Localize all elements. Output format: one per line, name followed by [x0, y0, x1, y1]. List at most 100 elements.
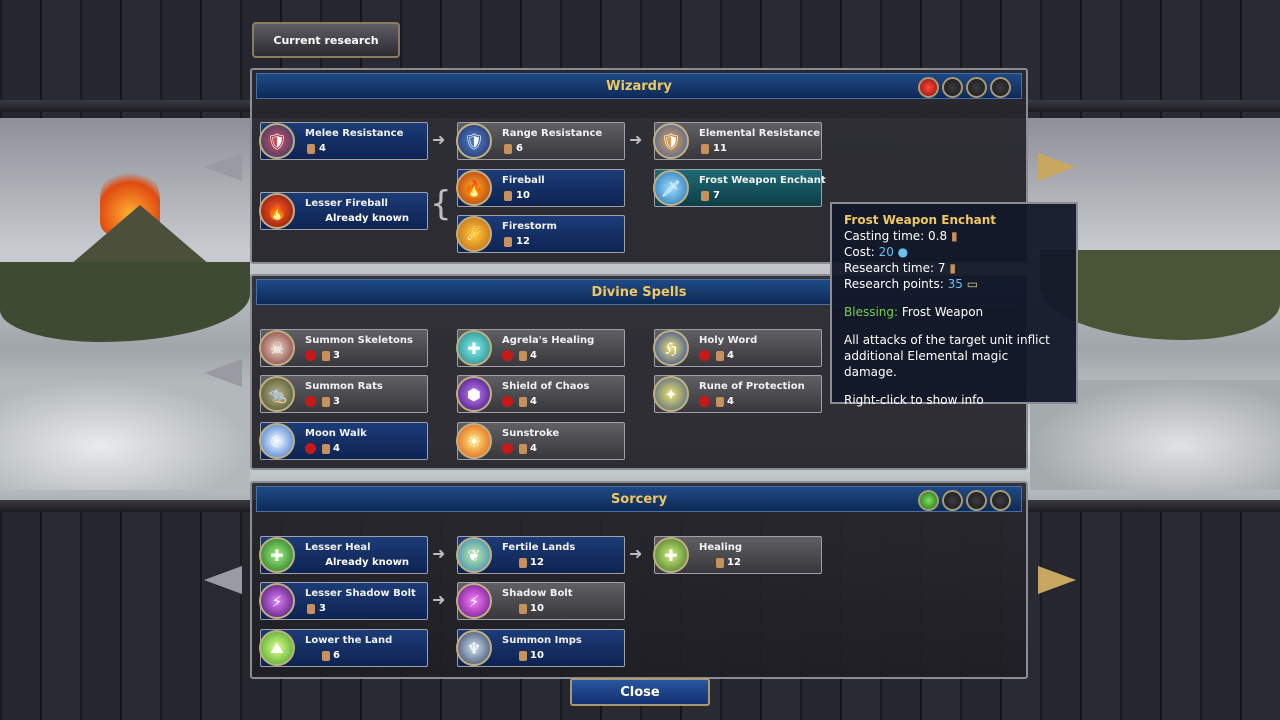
- tree-connector-arrow: ➜: [432, 590, 446, 609]
- tooltip-casting-time: Casting time: 0.8 ▮: [844, 229, 958, 243]
- temple-school-icon: [305, 443, 316, 454]
- nature-gem-icon: [918, 490, 939, 511]
- shield-icon: 🛡: [456, 123, 492, 159]
- wizardry-header: Wizardry: [256, 73, 1022, 99]
- spell-shadow-bolt[interactable]: ⚡ Shadow Bolt 10: [456, 582, 625, 620]
- order-school-icon: [699, 396, 710, 407]
- spell-holy-word[interactable]: ℌ Holy Word 4: [653, 329, 822, 367]
- sorcery-next-arrow[interactable]: [1028, 563, 1084, 597]
- current-research-button[interactable]: Current research: [252, 22, 400, 58]
- spell-melee-resistance[interactable]: 🛡 Melee Resistance 4: [259, 122, 428, 160]
- spell-range-resistance[interactable]: 🛡 Range Resistance 6: [456, 122, 625, 160]
- tree-connector-arrow: ➜: [432, 130, 446, 149]
- scroll-icon: [519, 444, 527, 454]
- scroll-icon: [322, 651, 330, 661]
- sorcery-header: Sorcery: [256, 486, 1022, 512]
- spell-sunstroke[interactable]: ☀ Sunstroke 4: [456, 422, 625, 460]
- spell-summon-skeletons[interactable]: ☠ Summon Skeletons 3: [259, 329, 428, 367]
- tooltip-research-time: Research time: 7 ▮: [844, 261, 956, 275]
- tooltip-type: Blessing: Frost Weapon: [844, 305, 984, 319]
- spell-fireball[interactable]: 🔥 Fireball 10: [456, 169, 625, 207]
- moon-walk-icon: ☾: [259, 423, 295, 459]
- spell-agrelas-healing[interactable]: ✚ Agrela's Healing 4: [456, 329, 625, 367]
- scroll-icon: [519, 351, 527, 361]
- shadow-bolt-icon: ⚡: [456, 583, 492, 619]
- chaos-school-icon: [502, 396, 513, 407]
- sorcery-gems: [918, 490, 1011, 511]
- scroll-icon: ▮: [949, 261, 956, 275]
- scroll-icon: [519, 397, 527, 407]
- empty-gem-icon: [990, 490, 1011, 511]
- fire-school-icon: [502, 443, 513, 454]
- tooltip-research-points: Research points: 35 ▭: [844, 277, 979, 291]
- fireball-icon: 🔥: [259, 193, 295, 229]
- imp-icon: ♆: [456, 630, 492, 666]
- divine-prev-arrow[interactable]: [196, 356, 252, 390]
- scroll-icon: [322, 351, 330, 361]
- scroll-icon: [307, 144, 315, 154]
- wizardry-gems: [918, 77, 1011, 98]
- heal-cross-icon: ✚: [653, 537, 689, 573]
- scroll-icon: [322, 397, 330, 407]
- spell-shield-of-chaos[interactable]: ⬢ Shield of Chaos 4: [456, 375, 625, 413]
- spell-healing[interactable]: ✚ Healing 12: [653, 536, 822, 574]
- scroll-icon: [519, 651, 527, 661]
- tree-connector-arrow: ➜: [629, 544, 643, 563]
- heal-cross-icon: ✚: [259, 537, 295, 573]
- scroll-icon: [701, 144, 709, 154]
- scroll-icon: [716, 397, 724, 407]
- scroll-icon: [716, 351, 724, 361]
- fireball-icon: 🔥: [456, 170, 492, 206]
- shadow-bolt-icon: ⚡: [259, 583, 295, 619]
- scroll-icon: [701, 191, 709, 201]
- scroll-icon: [504, 144, 512, 154]
- life-school-icon: [502, 350, 513, 361]
- tooltip-title: Frost Weapon Enchant: [844, 213, 997, 227]
- frost-sword-icon: 🗡: [653, 170, 689, 206]
- spell-elemental-resistance[interactable]: 🛡 Elemental Resistance 11: [653, 122, 822, 160]
- fire-gem-icon: [918, 77, 939, 98]
- sun-icon: ☀: [456, 423, 492, 459]
- spell-moon-walk[interactable]: ☾ Moon Walk 4: [259, 422, 428, 460]
- volcano: [70, 205, 210, 265]
- spell-fertile-lands[interactable]: ❦ Fertile Lands 12: [456, 536, 625, 574]
- skull-icon: ☠: [259, 330, 295, 366]
- scroll-icon: ▮: [950, 229, 958, 243]
- tree-connector-arrow: ➜: [629, 130, 643, 149]
- spell-lesser-fireball[interactable]: 🔥 Lesser Fireball Already known: [259, 192, 428, 230]
- scroll-icon: [307, 604, 315, 614]
- spell-summon-imps[interactable]: ♆ Summon Imps 10: [456, 629, 625, 667]
- empty-gem-icon: [966, 490, 987, 511]
- tree-connector-arrow: ➜: [432, 544, 446, 563]
- healing-cross-icon: ✚: [456, 330, 492, 366]
- sorcery-title: Sorcery: [610, 491, 668, 507]
- tree-connector-brace: {: [430, 184, 452, 224]
- spell-rune-of-protection[interactable]: ✦ Rune of Protection 4: [653, 375, 822, 413]
- firestorm-icon: ☄: [456, 216, 492, 252]
- scroll-icon: [716, 558, 724, 568]
- tooltip-description: All attacks of the target unit inflict a…: [844, 333, 1050, 379]
- empty-gem-icon: [966, 77, 987, 98]
- spell-lesser-shadow-bolt[interactable]: ⚡ Lesser Shadow Bolt 3: [259, 582, 428, 620]
- wizardry-prev-arrow[interactable]: [196, 150, 252, 184]
- spell-tooltip: Frost Weapon Enchant Casting time: 0.8 ▮…: [830, 202, 1078, 407]
- scroll-icon: [504, 237, 512, 247]
- death-school-icon: [305, 350, 316, 361]
- tooltip-hint: Right-click to show info: [844, 393, 984, 407]
- chaos-shield-icon: ⬢: [456, 376, 492, 412]
- empty-gem-icon: [942, 77, 963, 98]
- death-school-icon: [305, 396, 316, 407]
- spell-firestorm[interactable]: ☄ Firestorm 12: [456, 215, 625, 253]
- tooltip-cost: Cost: 20 ●: [844, 245, 909, 259]
- spell-summon-rats[interactable]: 🐀 Summon Rats 3: [259, 375, 428, 413]
- spell-frost-weapon-enchant[interactable]: 🗡 Frost Weapon Enchant 7: [653, 169, 826, 207]
- scroll-icon: [519, 604, 527, 614]
- spell-lesser-heal[interactable]: ✚ Lesser Heal Already known: [259, 536, 428, 574]
- wizardry-next-arrow[interactable]: [1028, 150, 1084, 184]
- spell-lower-the-land[interactable]: ⛰ Lower the Land 6: [259, 629, 428, 667]
- rat-icon: 🐀: [259, 376, 295, 412]
- sorcery-prev-arrow[interactable]: [196, 563, 252, 597]
- close-button[interactable]: Close: [570, 678, 710, 706]
- rune-icon: ✦: [653, 376, 689, 412]
- land-icon: ⛰: [259, 630, 295, 666]
